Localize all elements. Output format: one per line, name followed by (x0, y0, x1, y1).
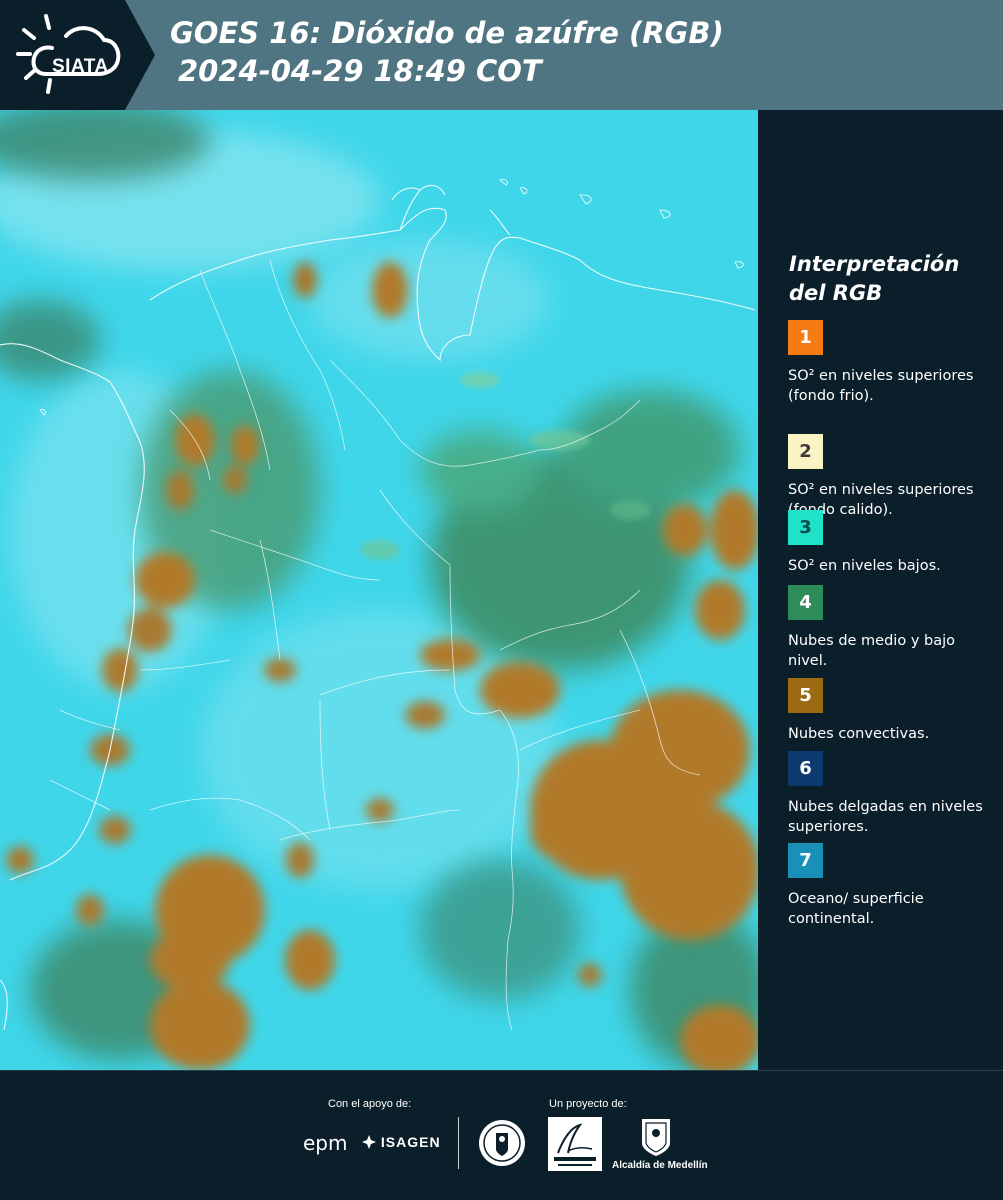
header: SIATA GOES 16: Dióxido de azúfre (RGB) 2… (0, 0, 1003, 110)
legend-swatch-4: 4 (788, 585, 823, 620)
isagen-logo[interactable]: ISAGEN (362, 1134, 441, 1150)
header-notch (125, 0, 155, 110)
legend-title: Interpretación del RGB (789, 252, 960, 305)
legend-text-1: SO² en niveles superiores (fondo frio). (788, 368, 974, 404)
title-line1: GOES 16: Dióxido de azúfre (RGB) (170, 16, 724, 50)
legend-text-6: Nubes delgadas en niveles superiores. (788, 799, 983, 835)
medellin-seal-icon[interactable] (478, 1119, 526, 1167)
alcaldia-shield-icon[interactable] (640, 1117, 672, 1157)
legend-swatch-3: 3 (788, 510, 823, 545)
alcaldia-text: Alcaldía de Medellín (612, 1160, 708, 1171)
legend-item-3: 3 SO² en niveles bajos. (788, 510, 998, 596)
isagen-star-icon (362, 1135, 376, 1149)
legend-panel: Interpretación del RGB 1 SO² en niveles s… (760, 110, 1003, 1070)
map-svg (0, 110, 758, 1070)
legend-item-1: 1 SO² en niveles superiores (fondo frio). (788, 320, 998, 406)
page-title: GOES 16: Dióxido de azúfre (RGB) 2024-04… (170, 14, 724, 90)
epm-logo[interactable]: epm (303, 1131, 347, 1155)
legend-item-4: 4 Nubes de medio y bajo nivel. (788, 585, 998, 671)
area-logo-icon (548, 1117, 602, 1171)
satellite-map[interactable] (0, 110, 758, 1070)
legend-swatch-5: 5 (788, 678, 823, 713)
legend-swatch-2: 2 (788, 434, 823, 469)
title-line2: 2024-04-29 18:49 COT (178, 54, 542, 88)
isagen-text: ISAGEN (380, 1134, 441, 1150)
legend-swatch-6: 6 (788, 751, 823, 786)
project-label: Un proyecto de: (549, 1098, 627, 1110)
legend-text-7: Oceano/ superficie continental. (788, 891, 924, 927)
footer-divider (458, 1117, 459, 1169)
siata-logo[interactable]: SIATA (14, 12, 124, 98)
support-label: Con el apoyo de: (328, 1098, 412, 1110)
sun-cloud-icon (16, 14, 121, 94)
logo-text: SIATA (52, 56, 109, 77)
legend-swatch-1: 1 (788, 320, 823, 355)
legend-item-2: 2 SO² en niveles superiores (fondo calido… (788, 434, 998, 520)
legend-swatch-7: 7 (788, 843, 823, 878)
legend-item-6: 6 Nubes delgadas en niveles superiores. (788, 751, 998, 837)
legend-text-4: Nubes de medio y bajo nivel. (788, 633, 955, 669)
area-metropolitana-logo[interactable] (548, 1117, 602, 1171)
legend-item-7: 7 Oceano/ superficie continental. (788, 843, 998, 929)
footer: Con el apoyo de: Un proyecto de: epm ISA… (0, 1070, 1003, 1200)
